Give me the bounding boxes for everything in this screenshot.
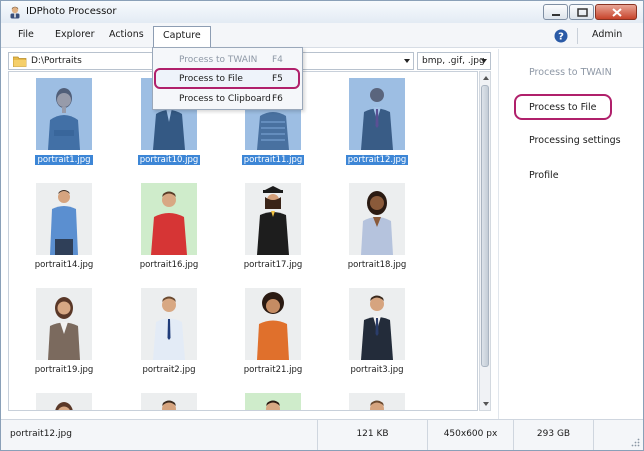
close-icon <box>612 8 622 17</box>
menu-bar: File Explorer Actions Capture ? Admin <box>1 23 643 48</box>
chevron-down-icon[interactable] <box>481 59 487 63</box>
menu-item-label: Process to File <box>179 74 243 84</box>
svg-text:?: ? <box>558 32 564 43</box>
status-bar: portrait12.jpg 121 KB 450x600 px 293 GB <box>1 419 643 450</box>
thumbnail-image <box>245 183 301 255</box>
thumbnail-filename: portrait14.jpg <box>34 260 94 270</box>
capture-dropdown: Process to TWAIN F4 Process to File F5 P… <box>152 47 303 110</box>
app-logo-icon <box>10 6 20 19</box>
thumbnail-image <box>141 288 197 360</box>
panel-profile[interactable]: Profile <box>529 164 559 190</box>
app-window: IDPhoto Processor File Explorer Actions … <box>0 0 644 451</box>
thumbnail-filename: portrait16.jpg <box>139 260 199 270</box>
scroll-up-icon[interactable] <box>483 76 489 80</box>
status-free-space: 293 GB <box>513 420 593 450</box>
status-dimensions: 450x600 px <box>427 420 513 450</box>
menu-capture[interactable]: Capture <box>153 26 211 48</box>
thumbnail-image <box>245 288 301 360</box>
path-value: D:\Portraits <box>31 56 82 66</box>
thumbnail-filename: portrait17.jpg <box>243 260 303 270</box>
thumbnail-image <box>245 393 301 410</box>
menu-process-to-file[interactable]: Process to File F5 <box>154 68 300 89</box>
menu-process-to-clipboard[interactable]: Process to Clipboard F6 <box>155 90 300 109</box>
maximize-icon <box>577 8 588 17</box>
thumbnail-filename: portrait19.jpg <box>34 365 94 375</box>
panel-process-to-file[interactable]: Process to File <box>514 94 612 120</box>
admin-menu[interactable]: Admin <box>592 29 622 40</box>
minimize-icon <box>552 14 560 16</box>
folder-icon <box>13 56 27 67</box>
thumbnail-image <box>349 183 405 255</box>
thumbnail-filename: portrait12.jpg <box>345 155 409 165</box>
thumbnail-filename: portrait18.jpg <box>347 260 407 270</box>
thumbnail-image <box>141 393 197 410</box>
close-button[interactable] <box>595 4 637 20</box>
panel-process-to-twain[interactable]: Process to TWAIN <box>529 61 612 87</box>
minimize-button[interactable] <box>543 4 568 20</box>
title-bar: IDPhoto Processor <box>1 1 643 23</box>
thumbnail-image <box>349 78 405 150</box>
actions-panel: Process to TWAIN Process to File Process… <box>498 49 643 419</box>
window-title: IDPhoto Processor <box>26 6 117 17</box>
help-icon[interactable]: ? <box>554 29 568 43</box>
thumbnail-grid[interactable]: portrait1.jpg portrait10.jpg portrait11.… <box>8 71 478 411</box>
panel-processing-settings[interactable]: Processing settings <box>529 129 621 155</box>
thumbnail-filename: portrait2.jpg <box>142 365 196 375</box>
vertical-scrollbar[interactable] <box>479 71 491 411</box>
thumbnail-filename: portrait3.jpg <box>350 365 404 375</box>
thumbnail-filename: portrait11.jpg <box>241 155 305 165</box>
menu-item-shortcut: F6 <box>272 94 283 104</box>
thumbnail-image <box>349 393 405 410</box>
menu-item-shortcut: F4 <box>272 55 283 65</box>
thumbnail-image <box>36 183 92 255</box>
menu-item-label: Process to TWAIN <box>179 55 258 65</box>
menu-item-shortcut: F5 <box>272 74 283 84</box>
menu-item-label: Process to Clipboard <box>179 94 271 104</box>
chevron-down-icon[interactable] <box>404 59 410 63</box>
scroll-thumb[interactable] <box>481 85 489 367</box>
resize-grip-icon[interactable] <box>631 438 640 447</box>
thumbnail-filename: portrait10.jpg <box>137 155 201 165</box>
thumbnail-image <box>36 393 92 410</box>
menu-separator <box>577 28 578 44</box>
thumbnail-filename: portrait21.jpg <box>243 365 303 375</box>
thumbnail-image <box>36 78 92 150</box>
menu-actions[interactable]: Actions <box>100 26 153 45</box>
thumbnail-image <box>349 288 405 360</box>
status-filename: portrait12.jpg <box>10 429 72 439</box>
thumbnail-filename: portrait1.jpg <box>35 155 93 165</box>
menu-explorer[interactable]: Explorer <box>46 26 104 45</box>
status-filesize: 121 KB <box>317 420 427 450</box>
thumbnail-image <box>141 183 197 255</box>
filter-value: bmp, .gif, .jpg <box>422 56 485 66</box>
file-type-filter[interactable]: bmp, .gif, .jpg <box>417 52 491 70</box>
maximize-button[interactable] <box>569 4 594 20</box>
scroll-down-icon[interactable] <box>483 402 489 406</box>
thumbnail-image <box>36 288 92 360</box>
menu-file[interactable]: File <box>9 26 43 45</box>
